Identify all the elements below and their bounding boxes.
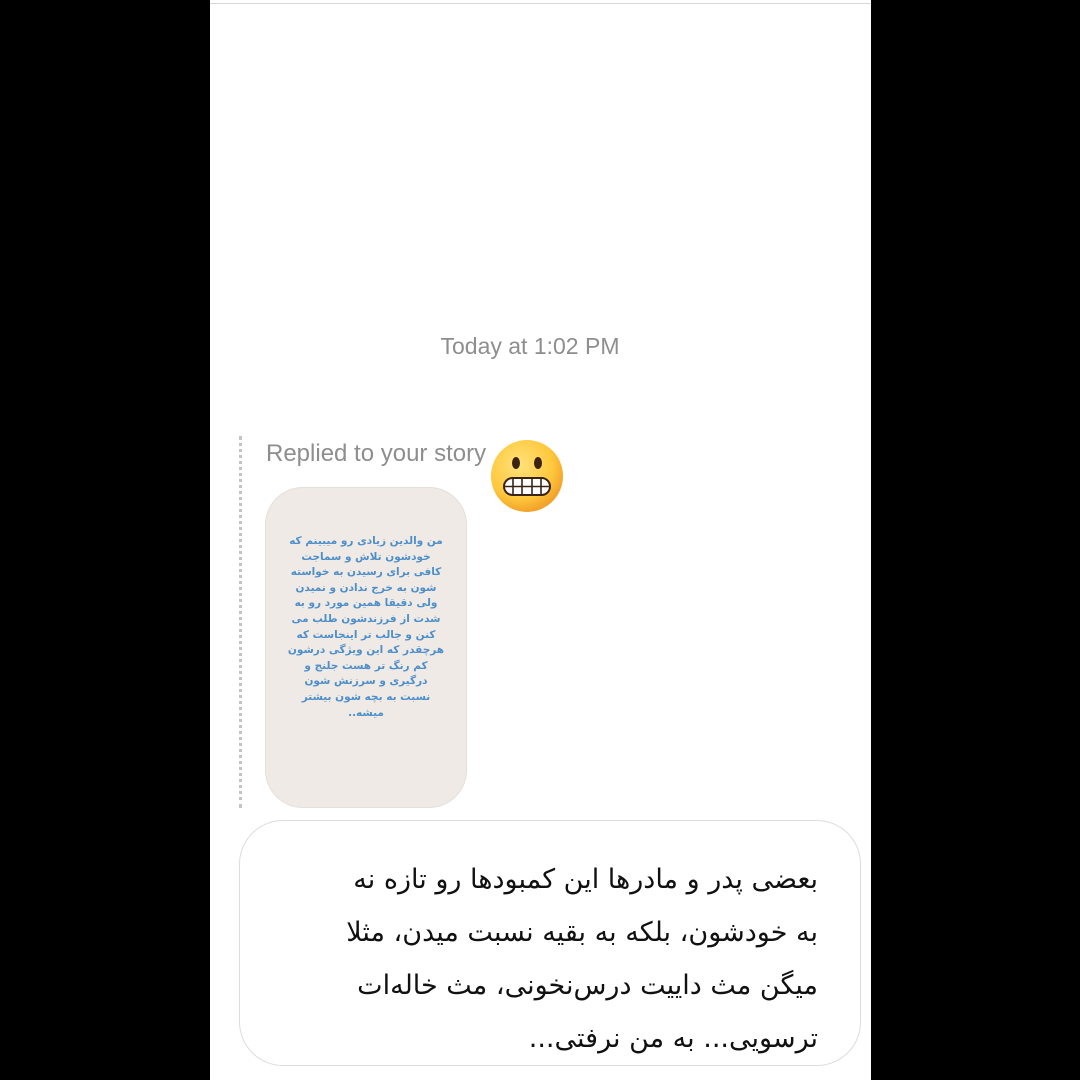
story-preview-thumbnail[interactable]: من والدین زیادی رو میبینم که خودشون تلاش…	[265, 487, 467, 808]
story-reply-label: Replied to your story	[266, 440, 487, 467]
message-timestamp: Today at 1:02 PM	[440, 333, 620, 359]
grimacing-face-emoji-icon[interactable]	[489, 438, 565, 514]
chat-screen: Today at 1:02 PM Replied to your story م…	[210, 0, 871, 1080]
reply-thread-rail	[239, 436, 242, 808]
message-text: بعضی پدر و مادرها این کمبودها رو تازه نه…	[346, 864, 818, 1054]
story-preview-text: من والدین زیادی رو میبینم که خودشون تلاش…	[287, 535, 445, 719]
header-divider	[210, 3, 871, 4]
incoming-message-bubble[interactable]: بعضی پدر و مادرها این کمبودها رو تازه نه…	[239, 820, 861, 1066]
